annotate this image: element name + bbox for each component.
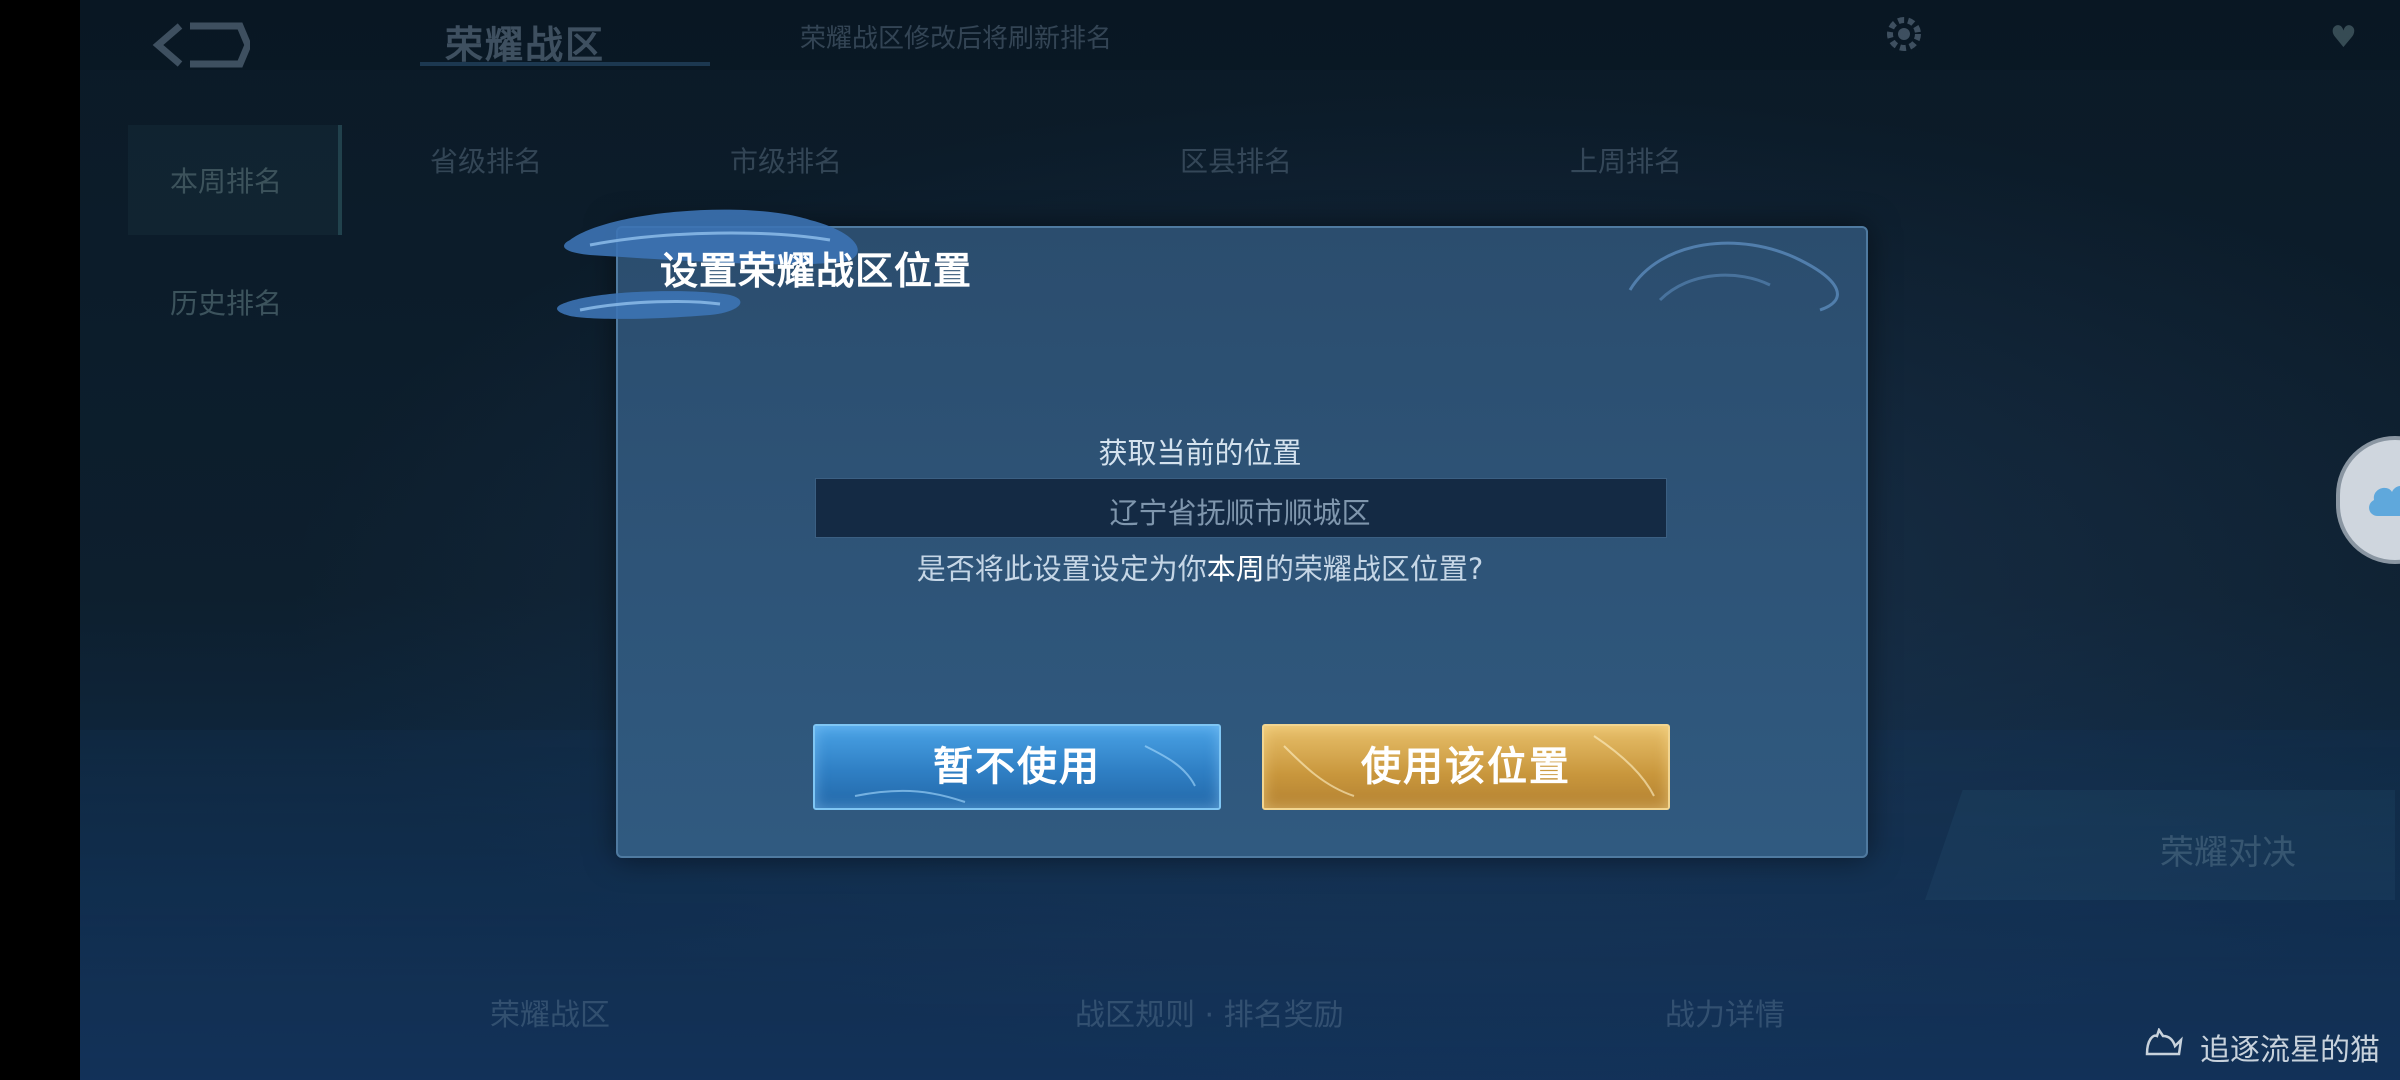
back-arrow-icon[interactable] [150, 20, 250, 70]
cloud-icon [2369, 485, 2400, 516]
dialog-subtitle: 获取当前的位置 [1098, 436, 1302, 470]
dialog-title: 设置荣耀战区位置 [660, 249, 973, 293]
tab-last-week[interactable]: 上周排名 [1570, 140, 1682, 180]
tab-district[interactable]: 区县排名 [1180, 140, 1292, 180]
tab-province[interactable]: 省级排名 [430, 140, 542, 180]
gear-icon[interactable] [1880, 10, 1928, 58]
duel-button-label: 荣耀对决 [2160, 833, 2296, 873]
use-location-button-label: 使用该位置 [1361, 744, 1571, 790]
sidebar-item-history[interactable]: 历史排名 [170, 282, 282, 322]
confirm-highlight: 本周 [1206, 552, 1265, 586]
watermark-text: 追逐流星的猫 [2200, 1033, 2380, 1068]
top-bar [80, 0, 2400, 70]
sidebar-item-label: 本周排名 [170, 165, 283, 198]
cancel-button[interactable]: 暂不使用 [813, 724, 1221, 810]
page-title: 荣耀战区 [445, 23, 606, 67]
left-black-bar [0, 0, 80, 1080]
use-location-button[interactable]: 使用该位置 [1262, 724, 1670, 810]
heart-icon[interactable]: ♥ [2330, 20, 2357, 55]
bottom-item-rules[interactable]: 战区规则 · 排名奖励 [1075, 990, 1344, 1034]
bottom-item-zone[interactable]: 荣耀战区 [490, 990, 610, 1034]
tab-city[interactable]: 市级排名 [730, 140, 842, 180]
location-value: 辽宁省抚顺市顺城区 [1109, 496, 1371, 530]
confirm-prefix: 是否将此设置设定为你 [916, 552, 1207, 586]
cat-icon [2145, 1028, 2183, 1056]
title-underline [420, 62, 710, 66]
confirm-question: 是否将此设置设定为你本周的荣耀战区位置? [0, 546, 2400, 588]
cloud-ornament-right [1628, 241, 1839, 312]
cancel-button-label: 暂不使用 [933, 744, 1101, 790]
confirm-suffix: 的荣耀战区位置? [1264, 552, 1484, 586]
top-notice: 荣耀战区修改后将刷新排名 [800, 24, 1113, 54]
bottom-item-power[interactable]: 战力详情 [1665, 990, 1785, 1034]
